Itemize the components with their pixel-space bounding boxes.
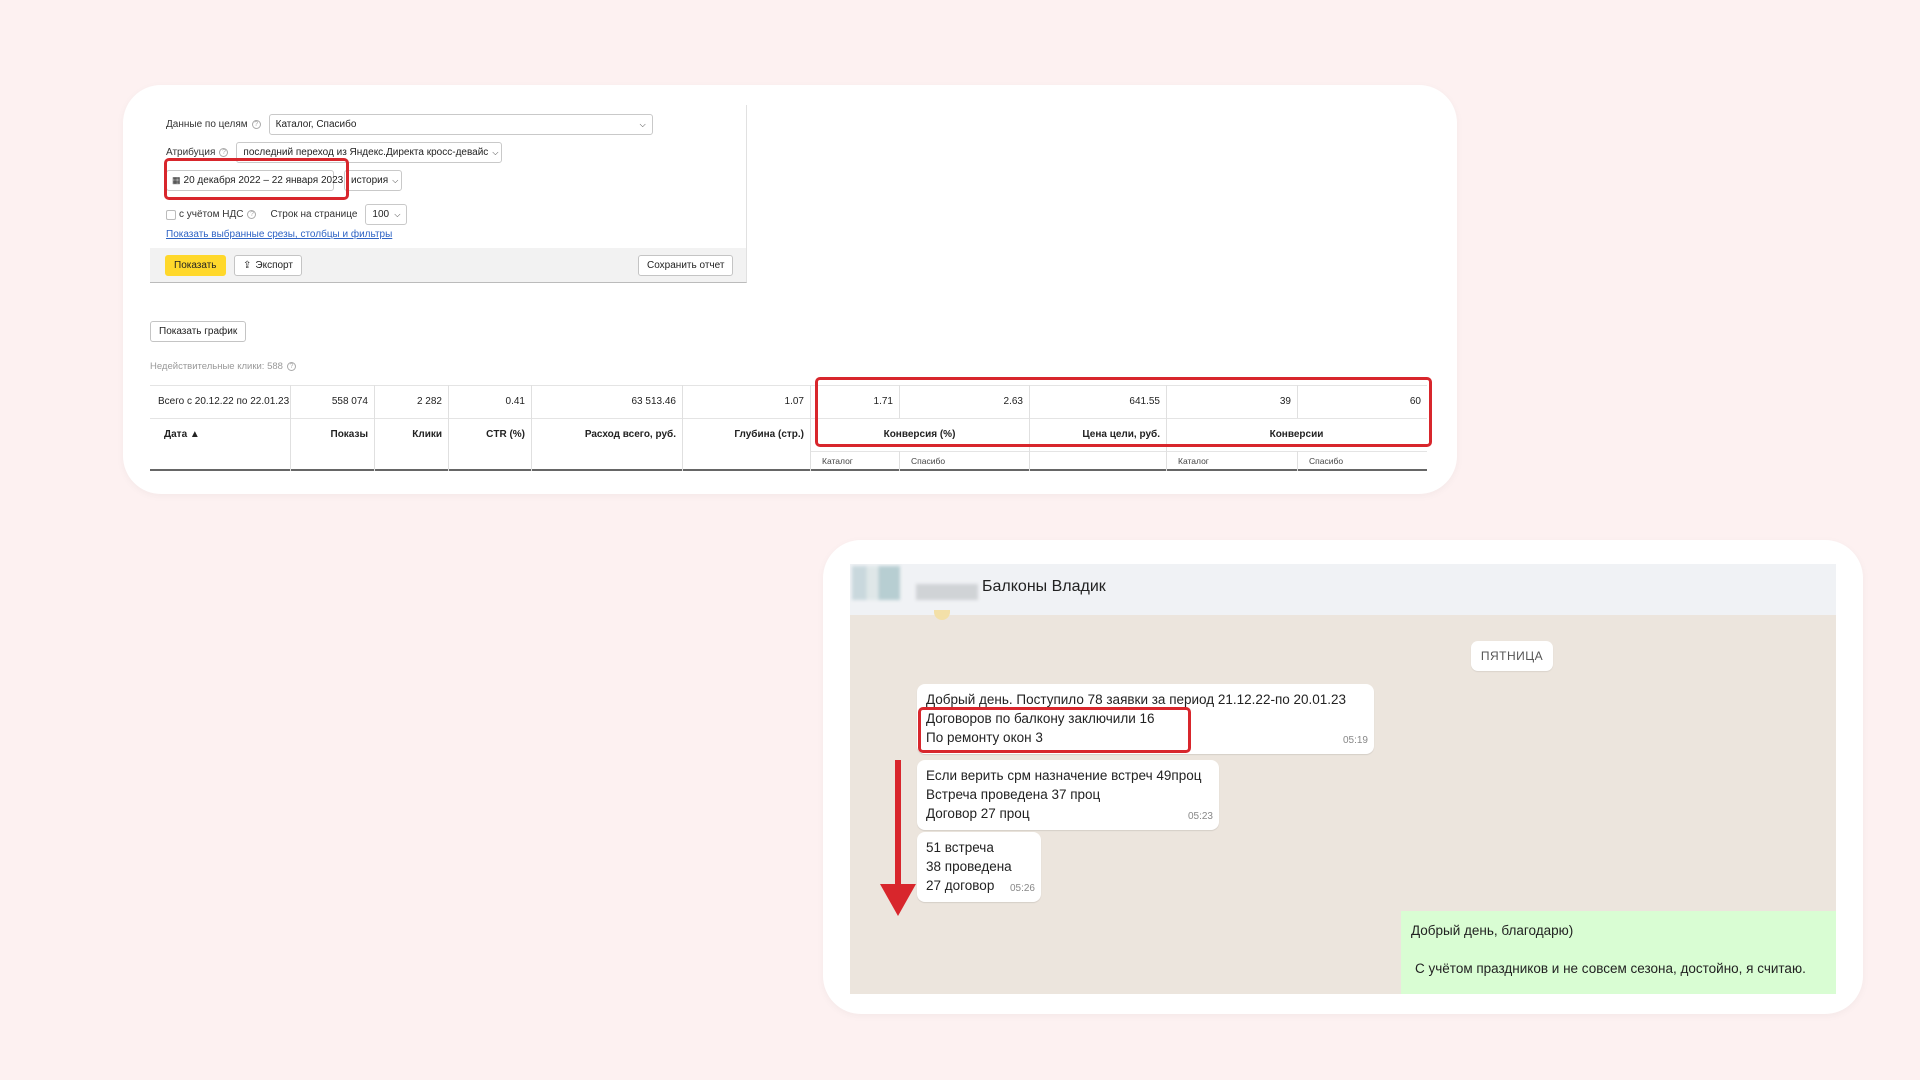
column-header-clicks[interactable]: Клики — [374, 418, 442, 451]
total-clicks: 2 282 — [416, 396, 442, 407]
chat-window: Балконы Владик ПЯТНИЦА Добрый день. Пост… — [850, 564, 1836, 994]
history-select[interactable]: история ⌵ — [344, 170, 402, 191]
chevron-down-icon: ⌵ — [639, 119, 646, 129]
date-separator-label: ПЯТНИЦА — [1480, 649, 1544, 663]
column-header-conversions[interactable]: Конверсии — [1166, 418, 1427, 451]
subheader-thanks: Спасибо — [911, 456, 946, 466]
show-button[interactable]: Показать — [165, 255, 226, 276]
help-icon[interactable]: ? — [286, 362, 296, 371]
calendar-icon: ▦ — [172, 175, 181, 185]
total-conversion-catalog: 1.71 — [873, 396, 893, 407]
message-line: 38 проведена — [926, 859, 1012, 874]
incoming-message[interactable]: Добрый день. Поступило 78 заявки за пери… — [917, 684, 1374, 754]
upload-icon: ⇪ — [243, 260, 252, 271]
show-slices-link[interactable]: Показать выбранные срезы, столбцы и филь… — [166, 229, 392, 240]
total-impressions: 558 074 — [331, 396, 368, 407]
column-header-spend[interactable]: Расход всего, руб. — [531, 418, 676, 451]
help-icon[interactable]: ? — [247, 210, 257, 219]
report-actions-bar: Показать ⇪ Экспорт Сохранить отчет — [150, 248, 746, 282]
goals-value: Каталог, Спасибо — [275, 119, 357, 130]
export-button[interactable]: ⇪ Экспорт — [234, 255, 302, 276]
subheader-catalog: Каталог — [822, 456, 853, 466]
outgoing-message[interactable]: Добрый день, благодарю) С учётом праздни… — [1401, 911, 1836, 994]
message-line: Добрый день. Поступило 78 заявки за пери… — [926, 692, 1347, 707]
message-time: 05:19 — [1342, 735, 1368, 746]
total-spend: 63 513.46 — [631, 396, 677, 407]
goals-label: Данные по целям — [166, 119, 248, 130]
attribution-value: последний переход из Яндекс.Директа крос… — [243, 147, 489, 158]
subheader-thanks: Спасибо — [1309, 456, 1344, 466]
slices-link-row: Показать выбранные срезы, столбцы и филь… — [166, 229, 392, 240]
date-separator: ПЯТНИЦА — [1471, 641, 1553, 671]
date-row: ▦ 20 декабря 2022 – 22 января 2023 истор… — [166, 170, 402, 191]
date-range-picker[interactable]: ▦ 20 декабря 2022 – 22 января 2023 — [166, 170, 343, 191]
invalid-clicks: Недействительные клики: 588 ? — [150, 361, 296, 372]
incoming-message[interactable]: Если верить срм назначение встреч 49проц… — [917, 760, 1219, 830]
show-button-label: Показать — [174, 260, 217, 271]
invalid-clicks-text: Недействительные клики: 588 — [150, 361, 283, 372]
vat-label: с учётом НДС — [179, 209, 244, 220]
total-conversion-thanks: 2.63 — [1003, 396, 1023, 407]
chevron-down-icon: ⌵ — [392, 175, 399, 185]
rows-per-page-select[interactable]: 100 ⌵ — [365, 204, 408, 225]
emoji-icon — [934, 610, 950, 620]
column-header-ctr[interactable]: CTR (%) — [448, 418, 525, 451]
blurred-contact-name — [916, 584, 978, 600]
down-arrow-icon — [880, 760, 916, 916]
message-line: 51 встреча — [926, 840, 994, 855]
message-line: Добрый день, благодарю) — [1411, 923, 1574, 938]
message-time: 05:26 — [1009, 883, 1035, 894]
column-header-impressions[interactable]: Показы — [290, 418, 369, 451]
column-header-depth[interactable]: Глубина (стр.) — [682, 418, 804, 451]
divider — [1297, 451, 1298, 471]
column-header-goal-price[interactable]: Цена цели, руб. — [1029, 418, 1160, 451]
chat-header: Балконы Владик — [850, 564, 1836, 615]
message-line: С учётом праздников и не совсем сезона, … — [1415, 961, 1806, 976]
total-conversions-thanks: 60 — [1409, 396, 1421, 407]
message-line: Если верить срм назначение встреч 49проц — [926, 768, 1202, 783]
attribution-select[interactable]: последний переход из Яндекс.Директа крос… — [236, 142, 503, 163]
total-row-label: Всего с 20.12.22 по 22.01.23 — [158, 396, 290, 407]
date-range-value: 20 декабря 2022 – 22 января 2023 — [183, 175, 344, 186]
help-icon[interactable]: ? — [251, 120, 261, 129]
avatar[interactable] — [852, 566, 900, 600]
total-goal-price: 641.55 — [1129, 396, 1160, 407]
chat-screenshot-card: Балконы Владик ПЯТНИЦА Добрый день. Пост… — [823, 540, 1863, 1014]
column-header-conversion-rate[interactable]: Конверсия (%) — [810, 418, 1029, 451]
rows-per-page-value: 100 — [372, 209, 390, 220]
chevron-down-icon: ⌵ — [492, 147, 499, 157]
goals-row: Данные по целям ? Каталог, Спасибо ⌵ — [166, 114, 653, 135]
save-report-label: Сохранить отчет — [647, 260, 725, 271]
attribution-label: Атрибуция — [166, 147, 216, 158]
divider — [899, 451, 900, 471]
incoming-message[interactable]: 51 встреча 38 проведена 27 договор 05:26 — [917, 832, 1041, 902]
direct-report-card: Данные по целям ? Каталог, Спасибо ⌵ Атр… — [123, 85, 1457, 494]
show-chart-label: Показать график — [159, 326, 238, 337]
attribution-row: Атрибуция ? последний переход из Яндекс.… — [166, 142, 503, 163]
goals-select[interactable]: Каталог, Спасибо ⌵ — [268, 114, 653, 135]
chevron-down-icon: ⌵ — [394, 209, 401, 219]
report-filters-panel: Данные по целям ? Каталог, Спасибо ⌵ Атр… — [150, 105, 747, 283]
history-label: история — [351, 175, 389, 186]
statistics-table: Всего с 20.12.22 по 22.01.23 558 074 2 2… — [150, 385, 1427, 471]
vat-checkbox[interactable] — [166, 209, 176, 220]
rows-per-page-label: Строк на странице — [270, 209, 358, 220]
options-row: с учётом НДС ? Строк на странице 100 ⌵ — [166, 204, 408, 225]
chat-title[interactable]: Балконы Владик — [982, 578, 1106, 596]
message-line: По ремонту окон 3 — [926, 730, 1043, 745]
show-chart-button[interactable]: Показать график — [150, 321, 247, 342]
total-conversions-catalog: 39 — [1279, 396, 1291, 407]
message-line: Договоров по балкону заключили 16 — [926, 711, 1155, 726]
total-ctr: 0.41 — [505, 396, 525, 407]
subheader-catalog: Каталог — [1178, 456, 1209, 466]
total-depth: 1.07 — [784, 396, 804, 407]
column-header-date[interactable]: Дата ▲ — [164, 418, 200, 451]
save-report-button[interactable]: Сохранить отчет — [638, 255, 734, 276]
message-time: 05:23 — [1187, 811, 1213, 822]
message-line: Встреча проведена 37 проц — [926, 787, 1101, 802]
help-icon[interactable]: ? — [219, 148, 229, 157]
message-line: Договор 27 проц — [926, 806, 1030, 821]
export-button-label: Экспорт — [255, 260, 293, 271]
